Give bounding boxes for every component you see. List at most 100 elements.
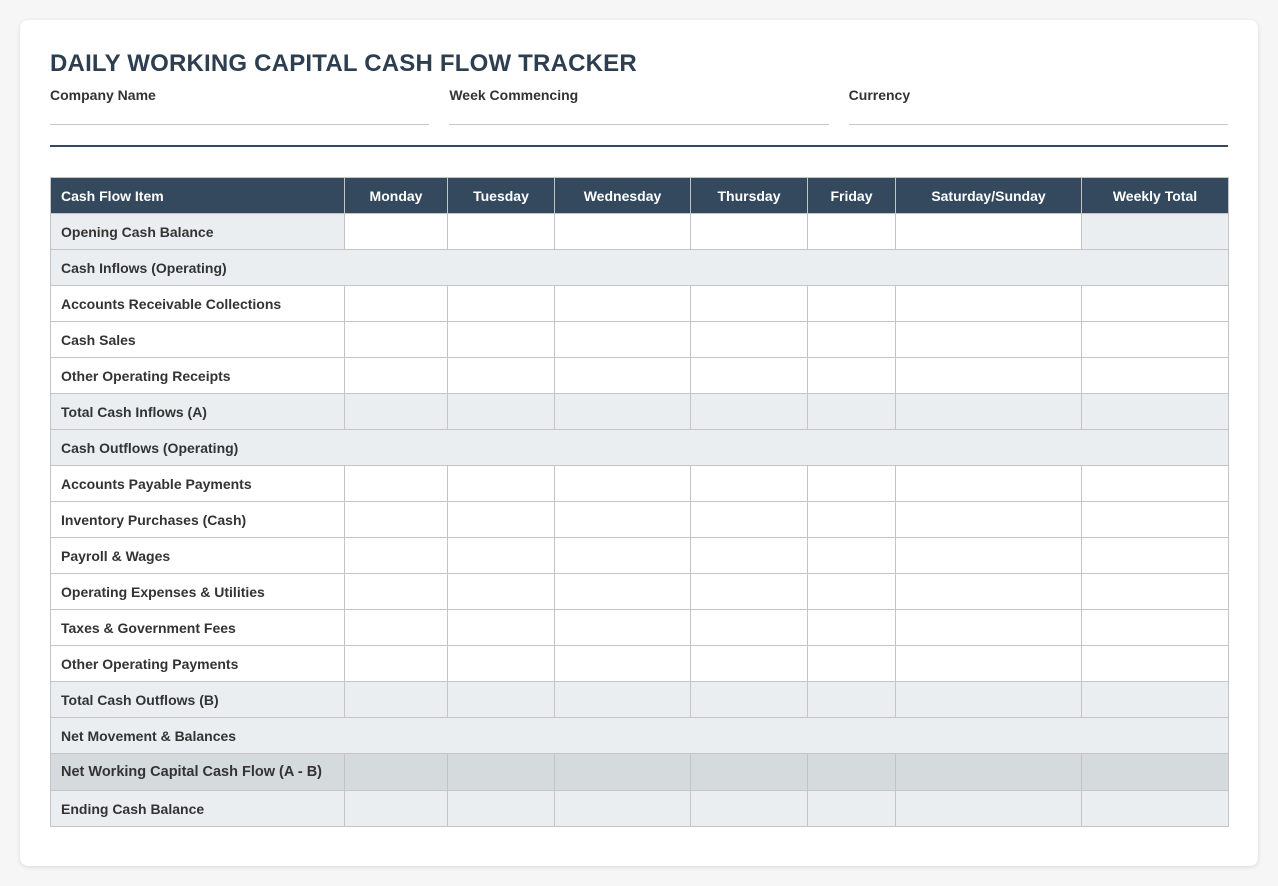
cell-weekend[interactable] <box>895 321 1082 358</box>
table-row-ap-payments: Accounts Payable Payments <box>50 465 1229 502</box>
currency-label: Currency <box>848 87 911 103</box>
cell-friday[interactable] <box>807 501 896 538</box>
cell-wednesday[interactable] <box>554 501 691 538</box>
cell-friday[interactable] <box>807 609 896 646</box>
cell-tuesday[interactable] <box>447 285 555 322</box>
cell-wednesday <box>554 753 691 791</box>
table-header-row: Cash Flow Item Monday Tuesday Wednesday … <box>50 177 1229 214</box>
cell-thursday[interactable] <box>690 645 808 682</box>
header-thursday: Thursday <box>690 177 808 214</box>
cell-thursday[interactable] <box>690 285 808 322</box>
cell-wednesday[interactable] <box>554 285 691 322</box>
cell-monday[interactable] <box>344 537 448 574</box>
cell-wednesday[interactable] <box>554 357 691 394</box>
cell-weekly-total[interactable] <box>1081 357 1229 394</box>
cell-wednesday[interactable] <box>554 573 691 610</box>
cell-weekend[interactable] <box>895 537 1082 574</box>
cell-friday[interactable] <box>807 213 896 250</box>
cell-thursday[interactable] <box>690 573 808 610</box>
cell-tuesday[interactable] <box>447 213 555 250</box>
cell-thursday[interactable] <box>690 213 808 250</box>
cell-weekly-total[interactable] <box>1081 321 1229 358</box>
cell-tuesday[interactable] <box>447 357 555 394</box>
cell-wednesday <box>554 393 691 430</box>
cell-monday[interactable] <box>344 609 448 646</box>
cell-friday[interactable] <box>807 285 896 322</box>
cell-monday[interactable] <box>344 357 448 394</box>
cell-tuesday <box>447 753 555 791</box>
cell-friday[interactable] <box>807 537 896 574</box>
cell-monday[interactable] <box>344 573 448 610</box>
cell-weekend[interactable] <box>895 573 1082 610</box>
cell-weekly-total <box>1081 790 1229 827</box>
row-label: Net Working Capital Cash Flow (A - B) <box>50 753 345 791</box>
cell-monday[interactable] <box>344 285 448 322</box>
cell-weekly-total[interactable] <box>1081 609 1229 646</box>
cell-weekly-total <box>1081 393 1229 430</box>
cell-weekly-total[interactable] <box>1081 645 1229 682</box>
cell-weekend[interactable] <box>895 609 1082 646</box>
cell-tuesday[interactable] <box>447 321 555 358</box>
cell-wednesday[interactable] <box>554 645 691 682</box>
cell-monday[interactable] <box>344 213 448 250</box>
cell-friday[interactable] <box>807 321 896 358</box>
cell-weekend[interactable] <box>895 213 1082 250</box>
section-row-outflows: Cash Outflows (Operating) <box>50 429 1229 466</box>
cell-friday[interactable] <box>807 573 896 610</box>
cell-tuesday[interactable] <box>447 537 555 574</box>
table-row-net-flow: Net Working Capital Cash Flow (A - B) <box>50 753 1229 791</box>
cell-weekend[interactable] <box>895 357 1082 394</box>
cell-friday[interactable] <box>807 645 896 682</box>
cell-thursday[interactable] <box>690 357 808 394</box>
cell-weekend[interactable] <box>895 285 1082 322</box>
cell-friday[interactable] <box>807 465 896 502</box>
cell-monday[interactable] <box>344 501 448 538</box>
cell-weekly-total[interactable] <box>1081 501 1229 538</box>
cell-weekly-total[interactable] <box>1081 573 1229 610</box>
cell-thursday[interactable] <box>690 321 808 358</box>
cell-tuesday[interactable] <box>447 573 555 610</box>
row-label: Payroll & Wages <box>50 537 345 574</box>
header-tuesday: Tuesday <box>447 177 555 214</box>
cell-weekend[interactable] <box>895 501 1082 538</box>
week-label: Week Commencing <box>449 87 579 103</box>
header-weekly-total: Weekly Total <box>1081 177 1229 214</box>
cell-weekly-total[interactable] <box>1081 465 1229 502</box>
row-label: Total Cash Outflows (B) <box>50 681 345 718</box>
cell-wednesday[interactable] <box>554 537 691 574</box>
cell-weekend[interactable] <box>895 465 1082 502</box>
cell-tuesday[interactable] <box>447 465 555 502</box>
cell-wednesday[interactable] <box>554 321 691 358</box>
cell-monday[interactable] <box>344 645 448 682</box>
currency-field: Currency <box>848 87 1228 125</box>
cell-monday[interactable] <box>344 321 448 358</box>
row-label: Other Operating Receipts <box>50 357 345 394</box>
cell-weekly-total[interactable] <box>1081 537 1229 574</box>
cell-tuesday <box>447 393 555 430</box>
week-input[interactable] <box>449 104 829 125</box>
cell-monday <box>344 753 448 791</box>
week-field: Week Commencing <box>449 87 829 125</box>
table-row-taxes: Taxes & Government Fees <box>50 609 1229 646</box>
row-label: Opening Cash Balance <box>50 213 345 250</box>
cell-friday <box>807 790 896 827</box>
currency-input[interactable] <box>848 104 1228 125</box>
cell-tuesday[interactable] <box>447 645 555 682</box>
cell-friday[interactable] <box>807 357 896 394</box>
cell-wednesday[interactable] <box>554 465 691 502</box>
cell-wednesday[interactable] <box>554 609 691 646</box>
cell-tuesday[interactable] <box>447 609 555 646</box>
cell-thursday[interactable] <box>690 537 808 574</box>
header-item: Cash Flow Item <box>50 177 345 214</box>
cell-weekend[interactable] <box>895 645 1082 682</box>
cell-wednesday[interactable] <box>554 213 691 250</box>
cell-thursday[interactable] <box>690 609 808 646</box>
cell-thursday <box>690 681 808 718</box>
cell-monday[interactable] <box>344 465 448 502</box>
company-input[interactable] <box>50 104 430 125</box>
cell-thursday[interactable] <box>690 465 808 502</box>
cell-tuesday <box>447 681 555 718</box>
cell-weekly-total[interactable] <box>1081 285 1229 322</box>
cell-tuesday[interactable] <box>447 501 555 538</box>
cell-thursday[interactable] <box>690 501 808 538</box>
